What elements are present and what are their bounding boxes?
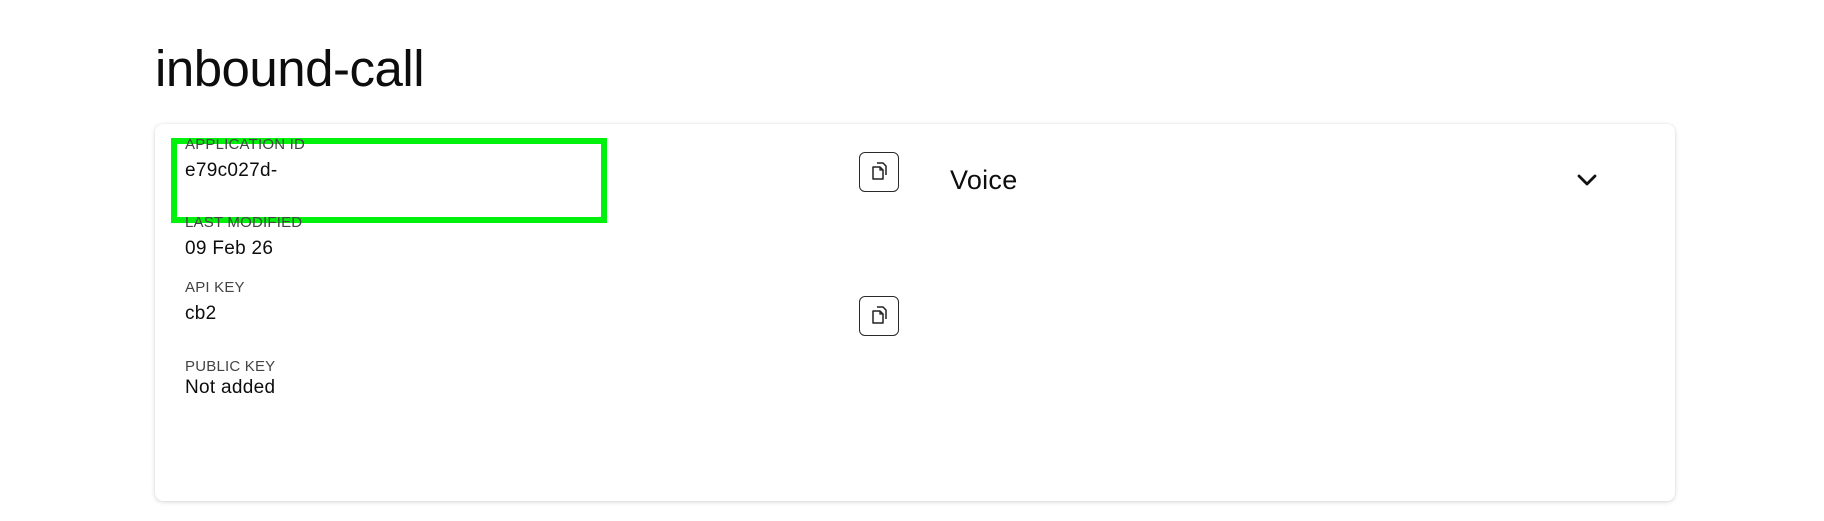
copy-icon	[868, 160, 890, 185]
voice-capability-title: Voice	[950, 164, 1018, 195]
copy-application-id-button[interactable]	[859, 152, 899, 192]
public-key-value: Not added	[185, 377, 276, 398]
application-details-card: APPLICATION ID e79c027d- LAST MODIFIED 0…	[155, 124, 1675, 501]
public-key-label: PUBLIC KEY	[185, 358, 276, 375]
last-modified-field: LAST MODIFIED 09 Feb 26	[185, 214, 302, 261]
page-title: inbound-call	[155, 40, 425, 97]
public-key-field: PUBLIC KEY Not added	[185, 358, 275, 400]
application-id-field: APPLICATION ID e79c027d-	[185, 136, 305, 183]
last-modified-label: LAST MODIFIED	[185, 214, 303, 231]
api-key-label: API KEY	[185, 279, 245, 296]
voice-capability-toggle[interactable]: Voice	[950, 160, 1598, 200]
copy-icon	[868, 304, 890, 329]
last-modified-value: 09 Feb 26	[185, 238, 274, 259]
api-key-field: API KEY cb2	[185, 279, 245, 326]
api-key-value: cb2	[185, 303, 217, 324]
chevron-down-icon[interactable]	[1576, 169, 1598, 191]
copy-api-key-button[interactable]	[859, 296, 899, 336]
application-id-value: e79c027d-	[185, 160, 278, 181]
application-id-label: APPLICATION ID	[185, 136, 306, 153]
